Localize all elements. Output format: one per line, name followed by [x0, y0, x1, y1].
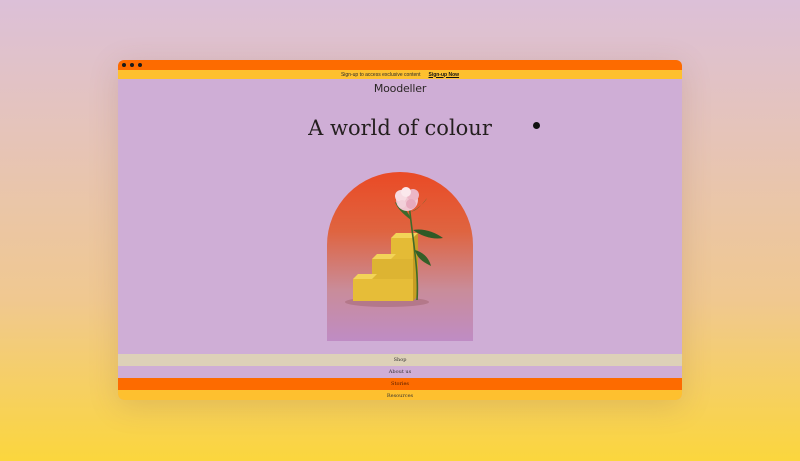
nav-item-resources[interactable]: Resources — [118, 390, 682, 400]
signup-link[interactable]: Sign-up Now — [428, 72, 459, 78]
hero-headline: A world of colour — [308, 116, 492, 140]
nav-item-shop[interactable]: Shop — [118, 354, 682, 366]
announcement-bar: Sign-up to access exclusive content Sign… — [118, 70, 682, 79]
window-maximize-dot[interactable] — [138, 63, 142, 67]
window-titlebar — [118, 60, 682, 70]
nav-item-stories[interactable]: Stories — [118, 378, 682, 390]
stairs-flower-illustration — [345, 187, 443, 307]
hero-section: Moodeller A world of colour — [118, 79, 682, 354]
site-logo[interactable]: Moodeller — [118, 82, 682, 95]
window-minimize-dot[interactable] — [130, 63, 134, 67]
nav-item-about-us[interactable]: About us — [118, 366, 682, 378]
custom-cursor-icon — [533, 122, 540, 129]
hero-image — [327, 172, 473, 341]
announcement-text: Sign-up to access exclusive content — [340, 71, 421, 78]
browser-window: Sign-up to access exclusive content Sign… — [118, 60, 682, 400]
stairs-icon — [353, 233, 418, 301]
window-close-dot[interactable] — [122, 63, 126, 67]
